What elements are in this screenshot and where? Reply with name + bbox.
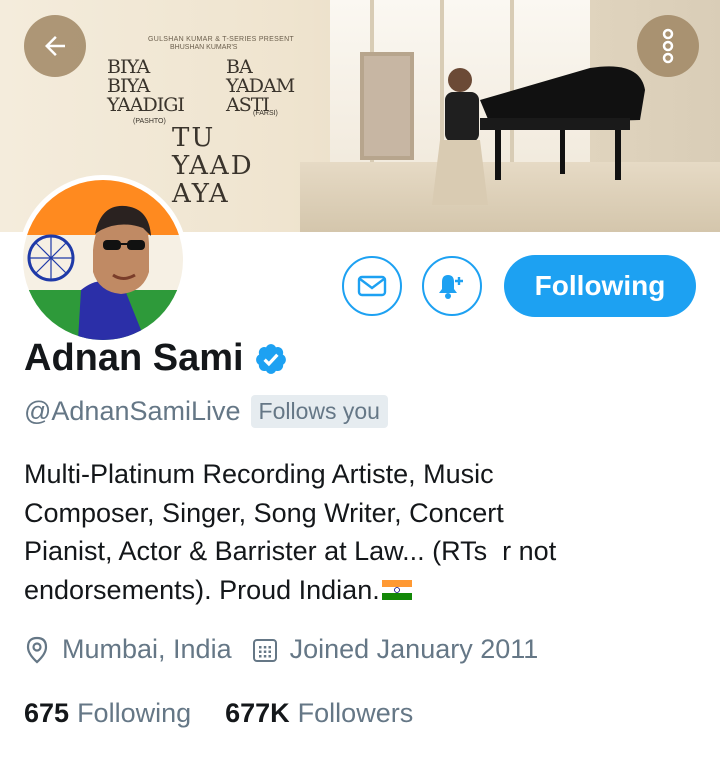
location-pin-icon xyxy=(26,636,48,663)
profile-bio: Multi-Platinum Recording Artiste, Music … xyxy=(24,455,704,609)
following-count: 675 xyxy=(24,698,70,728)
followers-count-link[interactable]: 677K Followers xyxy=(225,698,413,729)
profile-handle-row: @AdnanSamiLive Follows you xyxy=(24,395,388,428)
mail-icon xyxy=(357,275,387,297)
following-button[interactable]: Following xyxy=(504,255,696,317)
profile-joined-date: Joined January 2011 xyxy=(289,634,539,664)
profile-name-row: Adnan Sami xyxy=(24,337,288,380)
song-lang-2: (FARSI) xyxy=(253,110,278,117)
song-lang-1: (PASHTO) xyxy=(133,118,166,125)
follows-you-badge: Follows you xyxy=(250,395,388,428)
banner-credit: GULSHAN KUMAR & T-SERIES PRESENT xyxy=(148,36,295,43)
profile-location: Mumbai, India xyxy=(62,634,232,664)
following-count-link[interactable]: 675 Following xyxy=(24,698,191,729)
india-flag-icon xyxy=(381,579,412,600)
song-title-1: BIYA BIYA YAADIGI xyxy=(107,56,185,116)
arrow-left-icon xyxy=(45,36,65,56)
banner-painting xyxy=(360,52,414,160)
more-vertical-icon xyxy=(662,28,674,64)
bell-plus-icon xyxy=(439,275,463,299)
profile-stats: 675 Following 677K Followers xyxy=(24,698,413,729)
avatar-image xyxy=(23,180,183,340)
more-options-button[interactable] xyxy=(637,15,699,77)
bio-line: endorsements). Proud Indian. xyxy=(24,571,704,610)
song-title-3: TU YAAD AYA xyxy=(172,123,254,209)
song-title-2: BA YADAM ASTI xyxy=(226,56,295,116)
bio-line: Multi-Platinum Recording Artiste, Music xyxy=(24,459,494,489)
pianist-image xyxy=(432,68,488,205)
bio-line: Pianist, Actor & Barrister at Law... (RT… xyxy=(24,536,557,566)
notifications-button[interactable] xyxy=(422,256,482,316)
profile-handle: @AdnanSamiLive xyxy=(24,396,241,426)
banner-credit-2: BHUSHAN KUMAR'S xyxy=(170,44,238,51)
bio-line: Composer, Singer, Song Writer, Concert xyxy=(24,497,504,528)
back-button[interactable] xyxy=(24,15,86,77)
message-button[interactable] xyxy=(342,256,402,316)
avatar[interactable] xyxy=(18,175,188,345)
calendar-icon xyxy=(252,638,277,662)
followers-count: 677K xyxy=(225,698,290,728)
profile-name: Adnan Sami xyxy=(24,337,244,379)
verified-badge-icon xyxy=(255,343,286,374)
following-label: Following xyxy=(77,698,192,728)
profile-meta: Mumbai, India Joined January 2011 xyxy=(24,634,538,665)
followers-label: Followers xyxy=(297,698,414,728)
